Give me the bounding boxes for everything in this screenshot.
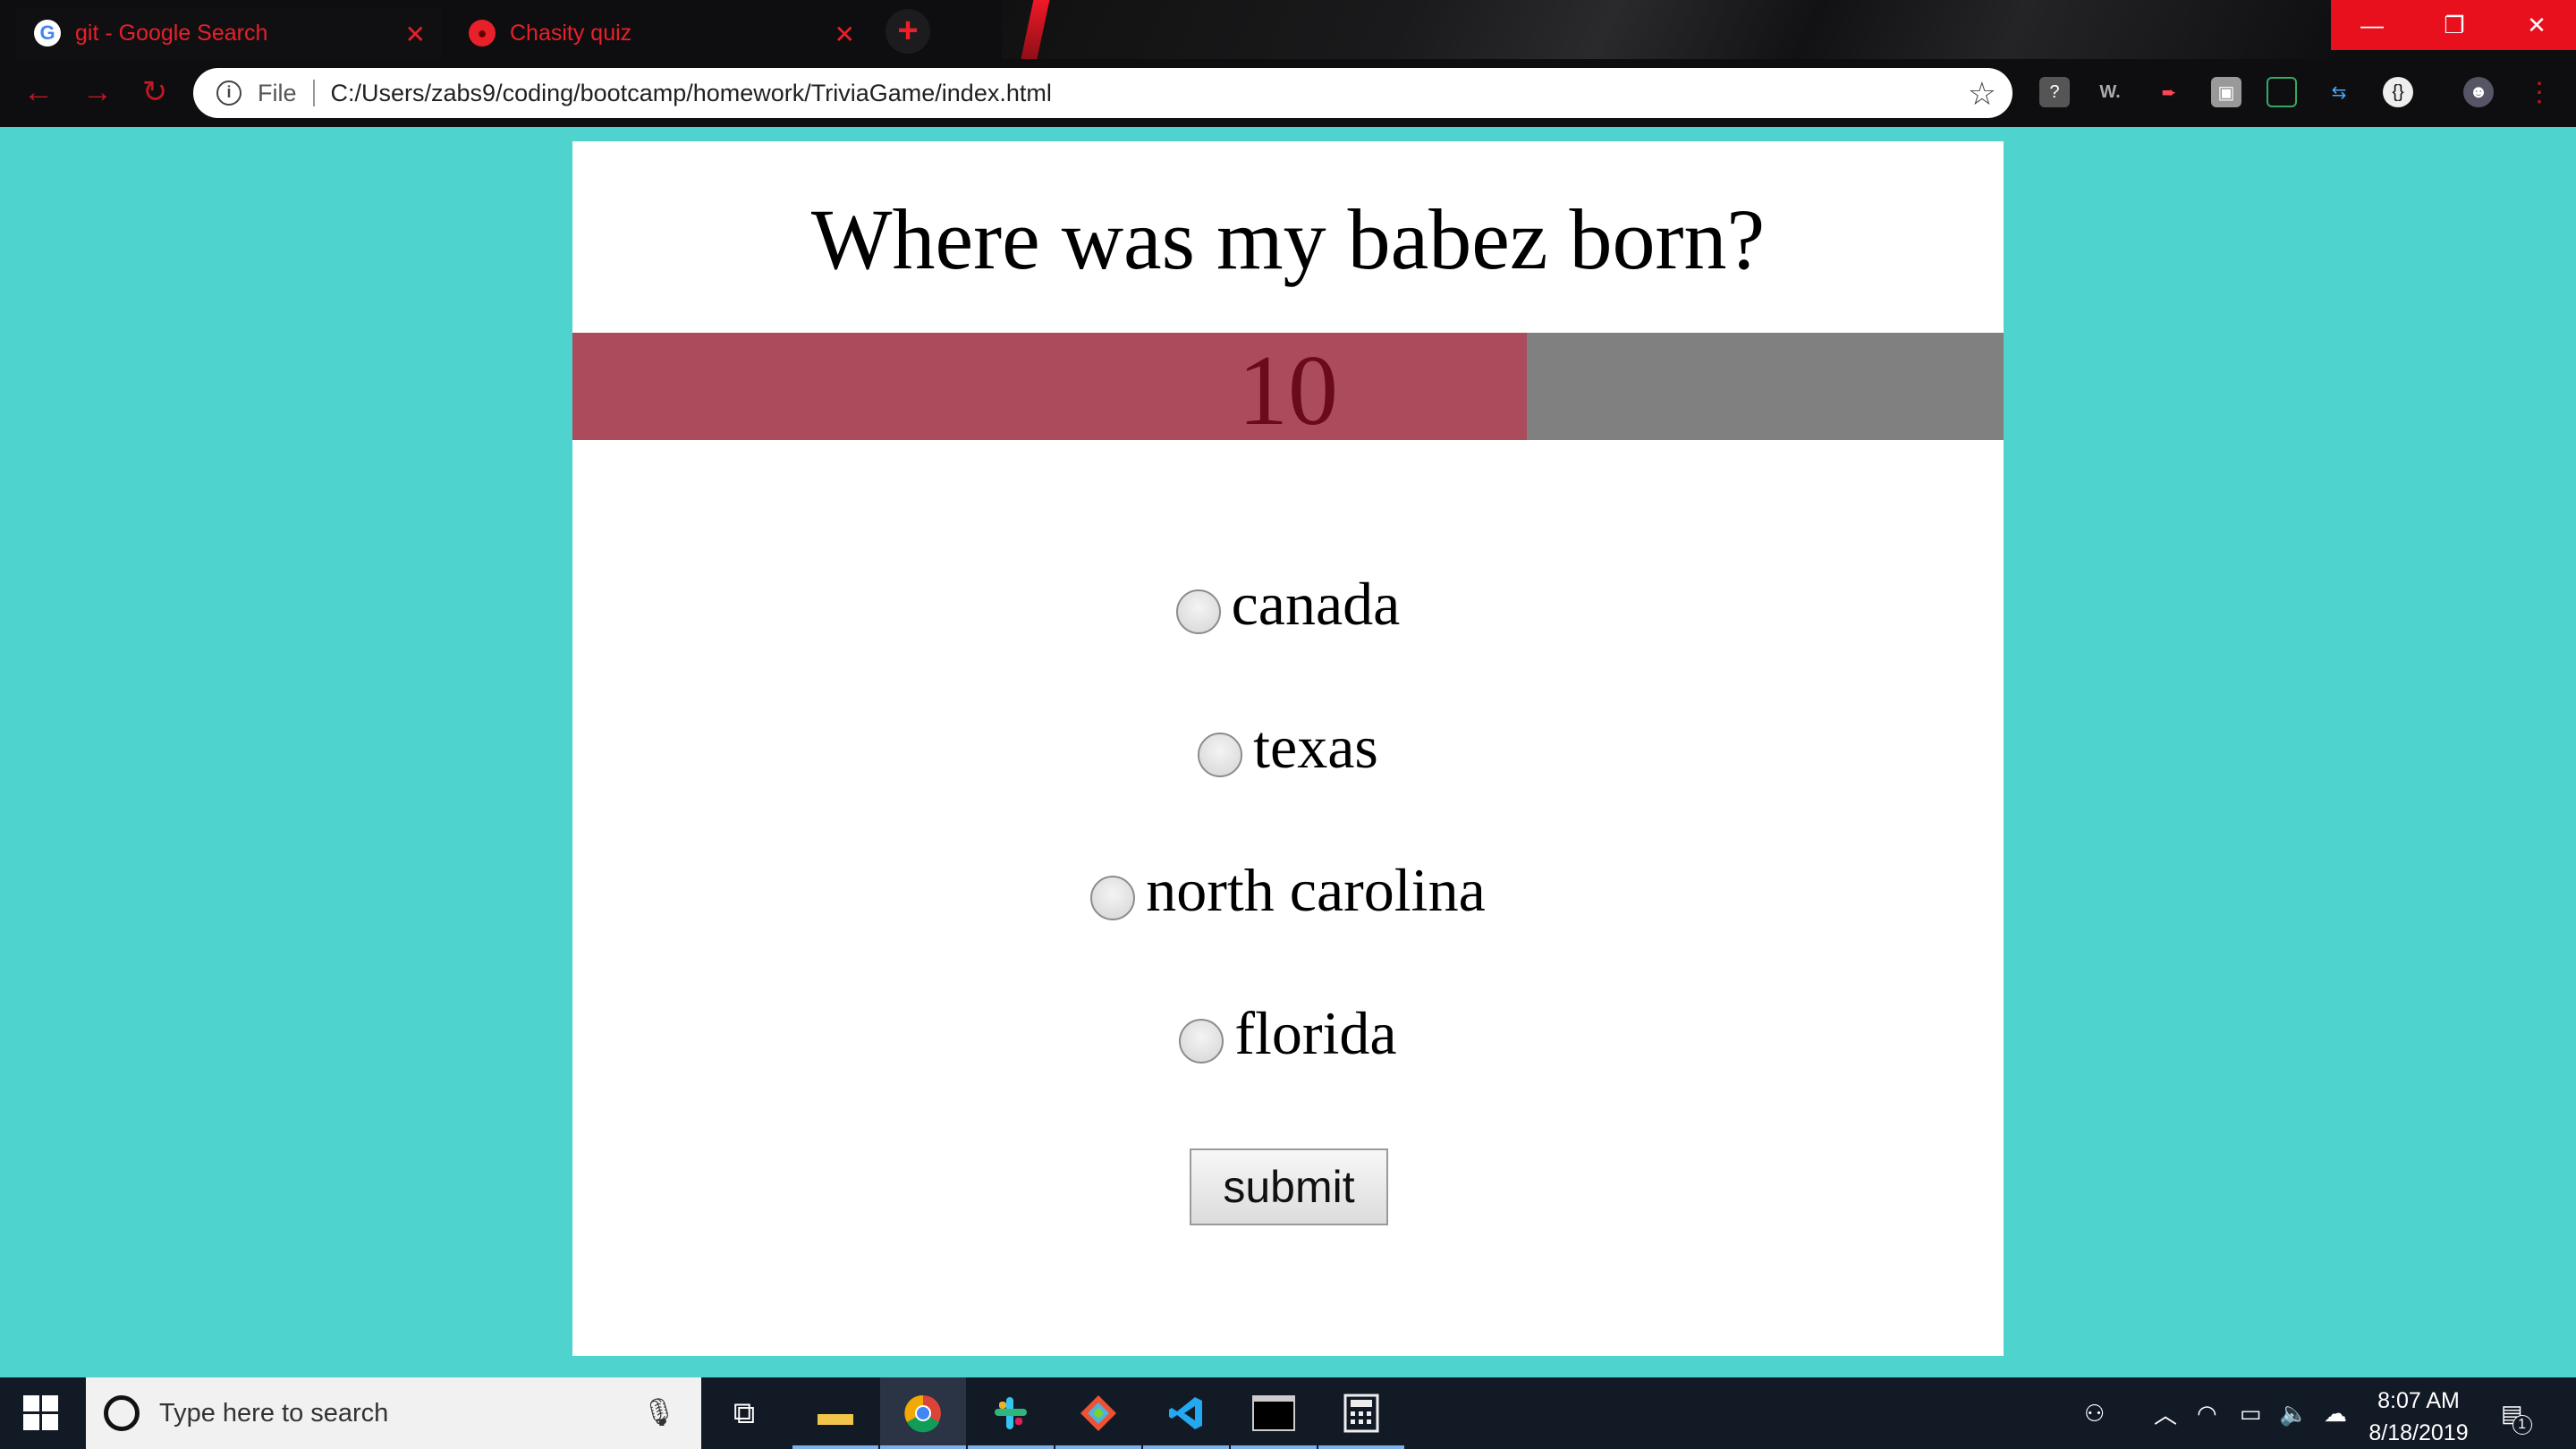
tab-title: git - Google Search xyxy=(75,20,268,46)
restore-icon: ❐ xyxy=(2444,11,2465,38)
wifi-icon[interactable]: ◠ xyxy=(2197,1377,2217,1449)
taskbar-search-box[interactable]: Type here to search 🎙 xyxy=(86,1377,701,1449)
close-tab-icon[interactable]: ✕ xyxy=(835,20,855,49)
url-text[interactable]: C:/Users/zabs9/coding/bootcamp/homework/… xyxy=(331,80,1052,107)
people-icon[interactable]: ⚇ xyxy=(2084,1377,2105,1449)
theme-background xyxy=(1002,0,2343,59)
clock-date: 8/18/2019 xyxy=(2368,1420,2469,1445)
reload-icon: ↻ xyxy=(141,75,168,109)
calculator-icon[interactable] xyxy=(1318,1377,1404,1449)
gitkraken-icon[interactable] xyxy=(1055,1377,1141,1449)
start-button[interactable] xyxy=(23,1395,59,1431)
choice-texas[interactable]: texas xyxy=(572,712,2004,783)
new-tab-button[interactable]: + xyxy=(886,9,930,54)
browser-toolbar: ← → ↻ i File C:/Users/zabs9/coding/bootc… xyxy=(0,59,2576,127)
arrow-left-icon: ← xyxy=(23,75,54,109)
radio-button[interactable] xyxy=(1175,589,1221,634)
timer-count: 10 xyxy=(1238,335,1338,446)
search-placeholder: Type here to search xyxy=(159,1398,389,1428)
divider xyxy=(312,80,315,106)
submit-button[interactable]: submit xyxy=(1190,1148,1388,1225)
menu-kebab-icon[interactable]: ⋮ xyxy=(2524,77,2555,107)
close-icon: ✕ xyxy=(2527,11,2546,38)
radio-button[interactable] xyxy=(1179,1018,1224,1063)
bookmark-star-icon[interactable]: ☆ xyxy=(1968,75,1996,113)
screenshot-extension-icon[interactable] xyxy=(2267,77,2297,107)
terminal-icon[interactable] xyxy=(1231,1377,1317,1449)
onedrive-cloud-icon[interactable]: ☁ xyxy=(2324,1377,2347,1449)
slack-icon[interactable] xyxy=(968,1377,1054,1449)
translate-extension-icon[interactable]: ⇆ xyxy=(2324,77,2354,107)
task-view-icon[interactable]: ⧉ xyxy=(701,1377,787,1449)
choice-florida[interactable]: florida xyxy=(572,998,2004,1069)
radio-button[interactable] xyxy=(1090,875,1136,920)
close-tab-icon[interactable]: ✕ xyxy=(405,20,426,49)
tab-chasity-quiz[interactable]: ● Chasity quiz ✕ xyxy=(451,7,871,59)
forward-button[interactable]: → xyxy=(77,72,118,113)
google-g-icon: G xyxy=(34,20,61,47)
help-extension-icon[interactable]: ? xyxy=(2039,77,2070,107)
quiz-card: Where was my babez born? 10 canada texas… xyxy=(572,141,2004,1356)
choice-label[interactable]: texas xyxy=(1253,712,1378,783)
tab-title: Chasity quiz xyxy=(510,20,632,46)
profile-avatar[interactable]: ☻ xyxy=(2463,77,2494,107)
video-extension-icon[interactable]: ➨ xyxy=(2154,77,2184,107)
dev-extension-icon[interactable]: {} xyxy=(2383,77,2413,107)
choice-north-carolina[interactable]: north carolina xyxy=(572,855,2004,926)
question-title: Where was my babez born? xyxy=(810,191,1766,287)
word-extension-label: W. xyxy=(2099,81,2121,102)
address-bar[interactable]: i File C:/Users/zabs9/coding/bootcamp/ho… xyxy=(193,68,2012,118)
browser-tab-strip: G git - Google Search ✕ ● Chasity quiz ✕… xyxy=(0,0,2576,59)
tab-git-google-search[interactable]: G git - Google Search ✕ xyxy=(16,7,442,59)
info-icon[interactable]: i xyxy=(216,80,242,106)
globe-icon: ● xyxy=(469,20,496,47)
choice-label[interactable]: north carolina xyxy=(1146,855,1486,926)
word-extension-icon[interactable]: W. xyxy=(2095,77,2125,107)
minimize-button[interactable]: — xyxy=(2331,0,2413,50)
arrow-right-icon: → xyxy=(82,75,113,109)
clock-time: 8:07 AM xyxy=(2377,1388,2460,1413)
volume-icon[interactable]: 🔈 xyxy=(2279,1377,2308,1449)
vscode-icon[interactable] xyxy=(1143,1377,1229,1449)
choice-label[interactable]: canada xyxy=(1232,569,1401,640)
choice-label[interactable]: florida xyxy=(1234,998,1396,1069)
scheme-label: File xyxy=(258,79,297,106)
minimize-icon: — xyxy=(2360,11,2384,38)
timer-bar: 10 xyxy=(572,333,2004,446)
radio-button[interactable] xyxy=(1198,732,1243,777)
system-clock[interactable]: 8:07 AM 8/18/2019 xyxy=(2356,1385,2481,1449)
chrome-icon[interactable] xyxy=(880,1377,966,1449)
reload-button[interactable]: ↻ xyxy=(134,72,175,113)
file-explorer-icon[interactable]: ▬ xyxy=(792,1377,878,1449)
windows-taskbar: Type here to search 🎙 ⧉ ▬ ⚇ ︿ ◠ ▭ 🔈 ☁ 8:… xyxy=(0,1377,2576,1449)
action-center-icon[interactable]: ▤ 1 xyxy=(2501,1377,2532,1449)
restore-button[interactable]: ❐ xyxy=(2413,0,2496,50)
close-window-button[interactable]: ✕ xyxy=(2496,0,2576,50)
notification-badge: 1 xyxy=(2512,1414,2532,1435)
cortana-icon xyxy=(104,1395,140,1431)
chevron-up-icon[interactable]: ︿ xyxy=(2154,1377,2177,1449)
microphone-icon[interactable]: 🎙 xyxy=(642,1397,676,1428)
battery-icon[interactable]: ▭ xyxy=(2240,1377,2262,1449)
back-button[interactable]: ← xyxy=(18,72,59,113)
puzzle-extension-icon[interactable]: ▣ xyxy=(2211,77,2241,107)
choice-canada[interactable]: canada xyxy=(572,569,2004,640)
